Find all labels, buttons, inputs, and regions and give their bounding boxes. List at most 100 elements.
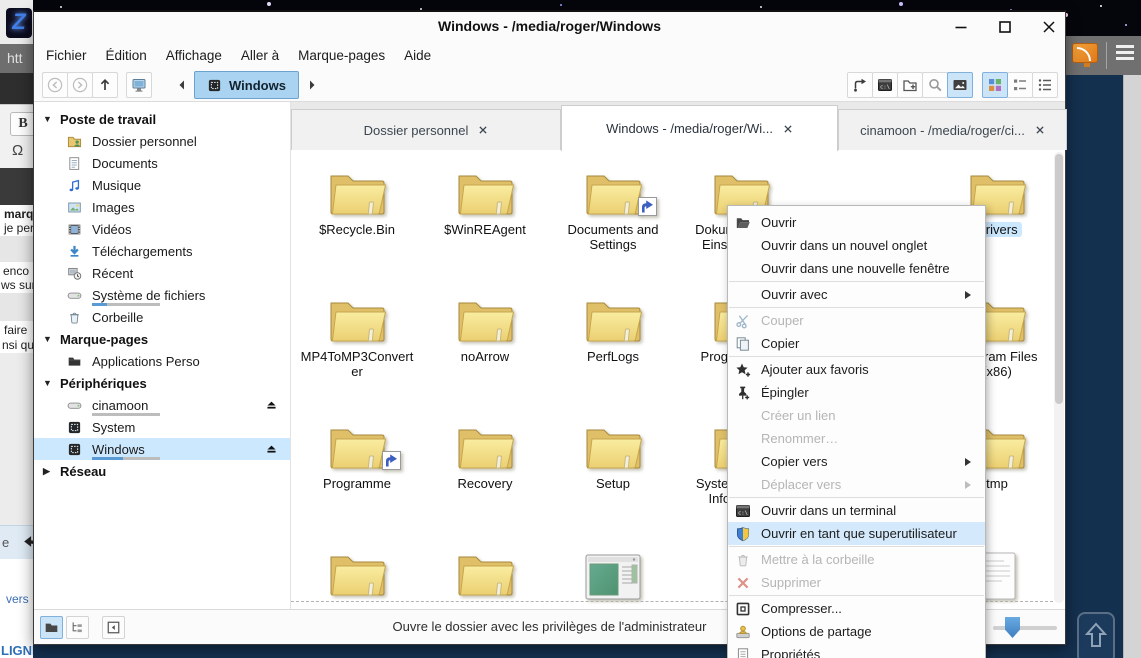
sidebar-item-images[interactable]: Images bbox=[34, 196, 290, 218]
screen-share-icon[interactable] bbox=[1072, 43, 1098, 63]
context-menu-item-renommer[interactable]: Renommer… bbox=[728, 427, 985, 450]
link-fragment[interactable]: vers bbox=[6, 592, 29, 606]
icon-view-button[interactable] bbox=[982, 72, 1008, 98]
tab-close-icon[interactable] bbox=[1035, 125, 1045, 135]
open-terminal-button[interactable]: c:\ bbox=[872, 72, 898, 98]
context-menu-item-creer-un-lien[interactable]: Créer un lien bbox=[728, 404, 985, 427]
sidebar-item-systeme-de-fichiers[interactable]: Système de fichiers bbox=[34, 284, 290, 306]
sidebar-item-videos[interactable]: Vidéos bbox=[34, 218, 290, 240]
forward-button[interactable] bbox=[67, 72, 93, 98]
sidebar-item-cinamoon[interactable]: cinamoon bbox=[34, 394, 290, 416]
file-app-row4-3[interactable] bbox=[551, 536, 675, 600]
context-menu-item-copier[interactable]: Copier bbox=[728, 332, 985, 355]
maximize-button[interactable] bbox=[997, 19, 1013, 35]
tab-home[interactable]: Dossier personnel bbox=[291, 109, 561, 150]
context-menu-item-supprimer[interactable]: Supprimer bbox=[728, 571, 985, 594]
tab-cinamoon[interactable]: cinamoon - /media/roger/ci... bbox=[838, 109, 1067, 150]
file-winreagent[interactable]: $WinREAgent bbox=[423, 155, 547, 237]
context-menu-item-copier-vers[interactable]: Copier vers bbox=[728, 450, 985, 473]
show-thumbnails-button[interactable] bbox=[947, 72, 973, 98]
file-mp4tomp3converter[interactable]: MP4ToMP3Converter bbox=[295, 282, 419, 379]
sidebar-item-corbeille[interactable]: Corbeille bbox=[34, 306, 290, 328]
sidebar-item-dossier-personnel[interactable]: Dossier personnel bbox=[34, 130, 290, 152]
sidebar-section-peripheriques[interactable]: ▼Périphériques bbox=[34, 372, 290, 394]
menu-fichier[interactable]: Fichier bbox=[46, 48, 87, 63]
breadcrumb-windows[interactable]: Windows bbox=[194, 71, 299, 99]
zoom-slider-handle[interactable] bbox=[1005, 617, 1020, 638]
hide-side-panel-button[interactable] bbox=[102, 616, 125, 639]
sidebar-section-reseau[interactable]: ▶Réseau bbox=[34, 460, 290, 482]
path-scroll-right[interactable] bbox=[299, 72, 325, 98]
close-button[interactable] bbox=[1041, 19, 1057, 35]
sidebar-item-telechargements[interactable]: Téléchargements bbox=[34, 240, 290, 262]
tab-windows[interactable]: Windows - /media/roger/Wi... bbox=[561, 105, 838, 151]
up-button[interactable] bbox=[92, 72, 118, 98]
file-perflogs[interactable]: PerfLogs bbox=[551, 282, 675, 364]
eject-icon[interactable] bbox=[265, 398, 278, 414]
show-treeview-button[interactable] bbox=[66, 616, 89, 639]
tab-close-icon[interactable] bbox=[783, 124, 793, 134]
context-menu-item-proprietes[interactable]: Propriétés bbox=[728, 643, 985, 658]
sidebar-item-applications-perso[interactable]: Applications Perso bbox=[34, 350, 290, 372]
file-documents-and-settings[interactable]: Documents and Settings bbox=[551, 155, 675, 252]
context-menu-item-options-de-partage[interactable]: Options de partage bbox=[728, 620, 985, 643]
sidebar-item-musique[interactable]: Musique bbox=[34, 174, 290, 196]
tab-close-icon[interactable] bbox=[478, 125, 488, 135]
hamburger-menu-icon[interactable] bbox=[1116, 45, 1134, 60]
browser-scrollbar[interactable] bbox=[1123, 75, 1141, 658]
tab-label: Dossier personnel bbox=[364, 123, 469, 138]
sidebar-item-windows[interactable]: Windows bbox=[34, 438, 290, 460]
omega-button-fragment[interactable]: Ω bbox=[12, 142, 23, 159]
file-recycle-bin[interactable]: $Recycle.Bin bbox=[295, 155, 419, 237]
menu-separator bbox=[729, 307, 984, 308]
sidebar-section-marque-pages[interactable]: ▼Marque-pages bbox=[34, 328, 290, 350]
window-title: Windows - /media/roger/Windows bbox=[34, 18, 1065, 34]
context-menu-item-ajouter-aux-favoris[interactable]: Ajouter aux favoris bbox=[728, 358, 985, 381]
context-menu-item-ouvrir-nouvelle-fenetre[interactable]: Ouvrir dans une nouvelle fenêtre bbox=[728, 257, 985, 280]
file-programme[interactable]: Programme bbox=[295, 409, 419, 491]
minimize-button[interactable] bbox=[953, 19, 969, 35]
context-menu-item-ouvrir-dans-un-terminal[interactable]: c:\Ouvrir dans un terminal bbox=[728, 499, 985, 522]
sidebar-item-recent[interactable]: Récent bbox=[34, 262, 290, 284]
menu-affichage[interactable]: Affichage bbox=[166, 48, 222, 63]
sidebar-item-documents[interactable]: Documents bbox=[34, 152, 290, 174]
show-places-button[interactable] bbox=[40, 616, 63, 639]
computer-icon bbox=[131, 77, 147, 93]
titlebar[interactable]: Windows - /media/roger/Windows bbox=[34, 12, 1065, 41]
context-menu-item-mettre-a-la-corbeille[interactable]: Mettre à la corbeille bbox=[728, 548, 985, 571]
context-menu-item-couper[interactable]: Couper bbox=[728, 309, 985, 332]
eject-icon[interactable] bbox=[265, 442, 278, 458]
file-folder-row4-1[interactable] bbox=[295, 536, 419, 600]
menu-aller-a[interactable]: Aller à bbox=[241, 48, 279, 63]
path-scroll-left[interactable] bbox=[169, 72, 195, 98]
context-menu-item-ouvrir-nouvel-onglet[interactable]: Ouvrir dans un nouvel onglet bbox=[728, 234, 985, 257]
file-folder-row4-2[interactable] bbox=[423, 536, 547, 600]
sidebar-item-system[interactable]: System bbox=[34, 416, 290, 438]
search-button[interactable] bbox=[922, 72, 948, 98]
zoom-slider-track[interactable] bbox=[993, 626, 1057, 630]
context-menu-item-ouvrir-avec[interactable]: Ouvrir avec bbox=[728, 283, 985, 306]
bold-button-fragment[interactable]: B bbox=[10, 112, 33, 136]
context-menu-item-ouvrir-en-superutilisateur[interactable]: Ouvrir en tant que superutilisateur bbox=[728, 522, 985, 545]
menu-aide[interactable]: Aide bbox=[404, 48, 431, 63]
menu-edition[interactable]: Édition bbox=[106, 48, 147, 63]
compact-view-button[interactable] bbox=[1007, 72, 1033, 98]
file-noarrow[interactable]: noArrow bbox=[423, 282, 547, 364]
sidebar-section-poste-de-travail[interactable]: ▼Poste de travail bbox=[34, 108, 290, 130]
file-setup[interactable]: Setup bbox=[551, 409, 675, 491]
menu-item-label: Déplacer vers bbox=[761, 477, 959, 492]
menu-marque-pages[interactable]: Marque-pages bbox=[298, 48, 385, 63]
back-button[interactable] bbox=[42, 72, 68, 98]
list-view-button[interactable] bbox=[1032, 72, 1058, 98]
context-menu-item-ouvrir[interactable]: Ouvrir bbox=[728, 211, 985, 234]
toggle-location-bar-button[interactable] bbox=[847, 72, 873, 98]
sidebar-item-label: Vidéos bbox=[92, 222, 132, 237]
scroll-to-top-button[interactable] bbox=[1077, 612, 1115, 658]
context-menu-item-compresser[interactable]: Compresser... bbox=[728, 597, 985, 620]
computer-button[interactable] bbox=[126, 72, 152, 98]
file-recovery[interactable]: Recovery bbox=[423, 409, 547, 491]
context-menu-item-epingler[interactable]: Épingler bbox=[728, 381, 985, 404]
context-menu-item-deplacer-vers[interactable]: Déplacer vers bbox=[728, 473, 985, 496]
new-folder-button[interactable] bbox=[897, 72, 923, 98]
zoom-slider[interactable] bbox=[993, 618, 1057, 638]
